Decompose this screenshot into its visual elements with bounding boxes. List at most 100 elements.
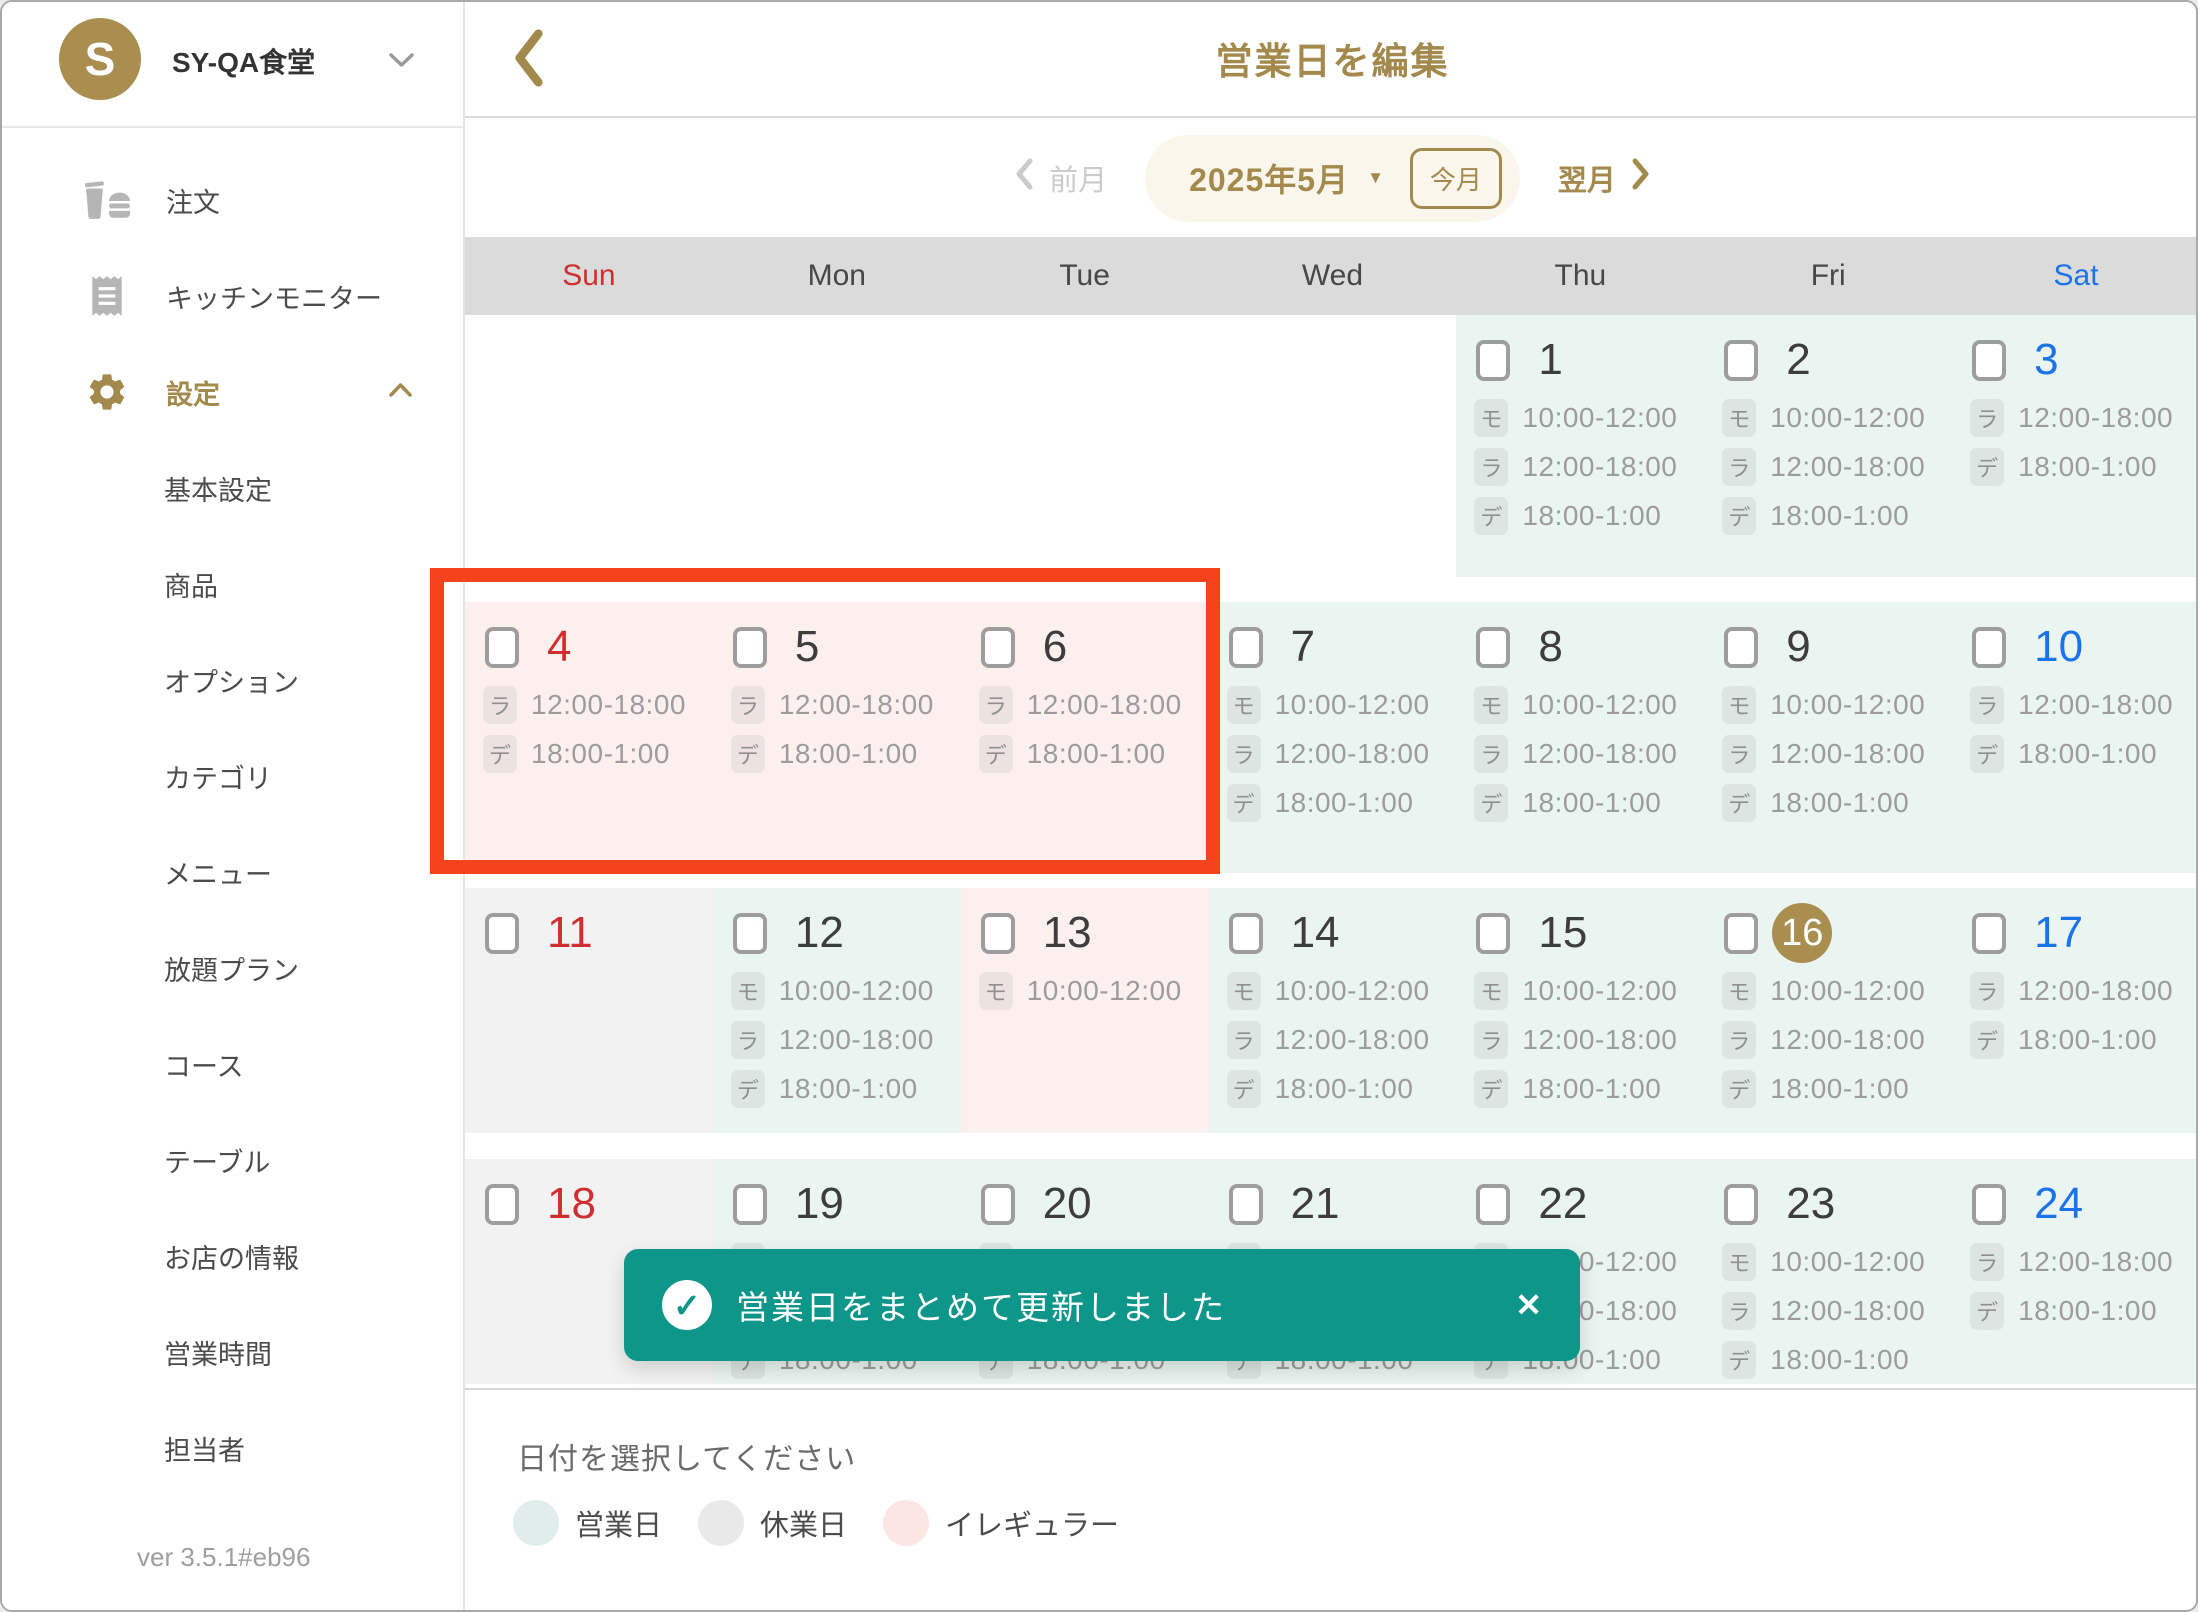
day-checkbox-16[interactable] <box>1724 913 1758 954</box>
sidebar-subitem-4[interactable]: メニュー <box>2 824 463 920</box>
slot-time: 10:00-12:00 <box>1275 689 1430 721</box>
day-checkbox-13[interactable] <box>981 913 1015 954</box>
sidebar-subitem-2[interactable]: オプション <box>2 632 463 728</box>
time-slot: デ18:00-1:00 <box>1209 1064 1457 1113</box>
day-cell-8[interactable]: 8モ10:00-12:00ラ12:00-18:00デ18:00-1:00 <box>1456 602 1704 873</box>
legend-item-2: イレギュラー <box>883 1500 1119 1546</box>
sidebar-subitem-6[interactable]: コース <box>2 1016 463 1112</box>
day-checkbox-17[interactable] <box>1972 913 2006 954</box>
chevron-down-icon <box>388 52 415 74</box>
day-cell-header: 1 <box>1476 331 1704 389</box>
day-checkbox-22[interactable] <box>1476 1184 1510 1225</box>
day-cell-24[interactable]: 24ラ12:00-18:00デ18:00-1:00 <box>1952 1159 2198 1384</box>
time-slot: ラ12:00-18:00 <box>1704 1015 1952 1064</box>
legend-color-dot <box>513 1500 559 1546</box>
slot-tag-badge: モ <box>1227 972 1261 1010</box>
day-checkbox-15[interactable] <box>1476 913 1510 954</box>
toast-close-button[interactable]: ✕ <box>1515 1286 1542 1324</box>
day-checkbox-12[interactable] <box>733 913 767 954</box>
weekday-mon: Mon <box>713 237 961 315</box>
next-month-button[interactable]: 翌月 <box>1552 156 1658 200</box>
slot-time: 12:00-18:00 <box>2018 1246 2173 1278</box>
day-checkbox-21[interactable] <box>1229 1184 1263 1225</box>
day-cell-17[interactable]: 17ラ12:00-18:00デ18:00-1:00 <box>1952 888 2198 1133</box>
time-slot: デ18:00-1:00 <box>713 1064 961 1113</box>
time-slot: モ10:00-12:00 <box>1704 680 1952 729</box>
sidebar-subitem-9[interactable]: 営業時間 <box>2 1304 463 1400</box>
sidebar-subitem-5[interactable]: 放題プラン <box>2 920 463 1016</box>
day-cell-2[interactable]: 2モ10:00-12:00ラ12:00-18:00デ18:00-1:00 <box>1704 315 1952 577</box>
sidebar-subitem-0[interactable]: 基本設定 <box>2 440 463 536</box>
day-checkbox-3[interactable] <box>1972 340 2006 381</box>
day-checkbox-5[interactable] <box>733 627 767 668</box>
slot-time: 10:00-12:00 <box>1027 975 1182 1007</box>
top-bar: 営業日を編集 <box>465 2 2198 118</box>
sidebar-subitem-3[interactable]: カテゴリ <box>2 728 463 824</box>
day-number: 18 <box>547 1179 596 1229</box>
day-checkbox-4[interactable] <box>485 627 519 668</box>
slot-tag-badge: デ <box>979 735 1013 773</box>
day-checkbox-20[interactable] <box>981 1184 1015 1225</box>
slot-tag-badge: モ <box>1474 686 1508 724</box>
day-cell-7[interactable]: 7モ10:00-12:00ラ12:00-18:00デ18:00-1:00 <box>1209 602 1457 873</box>
day-cell-9[interactable]: 9モ10:00-12:00ラ12:00-18:00デ18:00-1:00 <box>1704 602 1952 873</box>
day-checkbox-23[interactable] <box>1724 1184 1758 1225</box>
legend-item-0: 営業日 <box>513 1500 662 1546</box>
sidebar-subitem-7[interactable]: テーブル <box>2 1112 463 1208</box>
day-cell-empty <box>465 315 713 577</box>
day-checkbox-7[interactable] <box>1229 627 1263 668</box>
day-checkbox-1[interactable] <box>1476 340 1510 381</box>
day-cell-16[interactable]: 16モ10:00-12:00ラ12:00-18:00デ18:00-1:00 <box>1704 888 1952 1133</box>
restaurant-switcher[interactable]: S SY-QA食堂 <box>2 2 463 128</box>
month-selector[interactable]: 2025年5月 ▼ 今月 <box>1145 135 1520 222</box>
sidebar-item-kitchen-monitor[interactable]: キッチンモニター <box>2 248 463 344</box>
day-checkbox-6[interactable] <box>981 627 1015 668</box>
day-number: 14 <box>1291 908 1340 958</box>
time-slot: ラ12:00-18:00 <box>1209 729 1457 778</box>
time-slot: モ10:00-12:00 <box>1704 393 1952 442</box>
sidebar-item-settings[interactable]: 設定 <box>2 344 463 440</box>
day-cell-12[interactable]: 12モ10:00-12:00ラ12:00-18:00デ18:00-1:00 <box>713 888 961 1133</box>
day-checkbox-9[interactable] <box>1724 627 1758 668</box>
time-slot: モ10:00-12:00 <box>1704 966 1952 1015</box>
day-cell-4[interactable]: 4ラ12:00-18:00デ18:00-1:00 <box>465 602 713 873</box>
slot-time: 18:00-1:00 <box>1770 1073 1909 1105</box>
prev-month-button[interactable]: 前月 <box>1007 156 1113 200</box>
slot-time: 12:00-18:00 <box>1770 1295 1925 1327</box>
day-cell-header: 23 <box>1724 1175 1952 1233</box>
day-checkbox-11[interactable] <box>485 913 519 954</box>
back-button[interactable] <box>507 27 551 91</box>
day-cell-23[interactable]: 23モ10:00-12:00ラ12:00-18:00デ18:00-1:00 <box>1704 1159 1952 1384</box>
avatar: S <box>59 18 141 100</box>
slot-tag-badge: ラ <box>1970 399 2004 437</box>
slot-time: 18:00-1:00 <box>2018 451 2157 483</box>
day-cell-header: 15 <box>1476 904 1704 962</box>
sidebar-item-orders[interactable]: 注文 <box>2 152 463 248</box>
slot-time: 18:00-1:00 <box>531 738 670 770</box>
sidebar-subitem-10[interactable]: 担当者 <box>2 1400 463 1496</box>
day-checkbox-8[interactable] <box>1476 627 1510 668</box>
slot-tag-badge: ラ <box>731 1021 765 1059</box>
slot-tag-badge: デ <box>731 1070 765 1108</box>
day-checkbox-24[interactable] <box>1972 1184 2006 1225</box>
selection-hint: 日付を選択してください <box>517 1434 856 1478</box>
sidebar-subitem-8[interactable]: お店の情報 <box>2 1208 463 1304</box>
day-cell-6[interactable]: 6ラ12:00-18:00デ18:00-1:00 <box>961 602 1209 873</box>
day-cell-15[interactable]: 15モ10:00-12:00ラ12:00-18:00デ18:00-1:00 <box>1456 888 1704 1133</box>
day-checkbox-2[interactable] <box>1724 340 1758 381</box>
day-cell-14[interactable]: 14モ10:00-12:00ラ12:00-18:00デ18:00-1:00 <box>1209 888 1457 1133</box>
day-checkbox-14[interactable] <box>1229 913 1263 954</box>
today-button[interactable]: 今月 <box>1410 148 1502 209</box>
day-checkbox-18[interactable] <box>485 1184 519 1225</box>
day-cell-3[interactable]: 3ラ12:00-18:00デ18:00-1:00 <box>1952 315 2198 577</box>
day-cell-5[interactable]: 5ラ12:00-18:00デ18:00-1:00 <box>713 602 961 873</box>
day-checkbox-10[interactable] <box>1972 627 2006 668</box>
time-slot: デ18:00-1:00 <box>1704 1064 1952 1113</box>
day-cell-1[interactable]: 1モ10:00-12:00ラ12:00-18:00デ18:00-1:00 <box>1456 315 1704 577</box>
sidebar-subitem-1[interactable]: 商品 <box>2 536 463 632</box>
day-checkbox-19[interactable] <box>733 1184 767 1225</box>
day-cell-13[interactable]: 13モ10:00-12:00 <box>961 888 1209 1133</box>
slot-time: 18:00-1:00 <box>1027 738 1166 770</box>
day-cell-10[interactable]: 10ラ12:00-18:00デ18:00-1:00 <box>1952 602 2198 873</box>
day-cell-11[interactable]: 11 <box>465 888 713 1133</box>
